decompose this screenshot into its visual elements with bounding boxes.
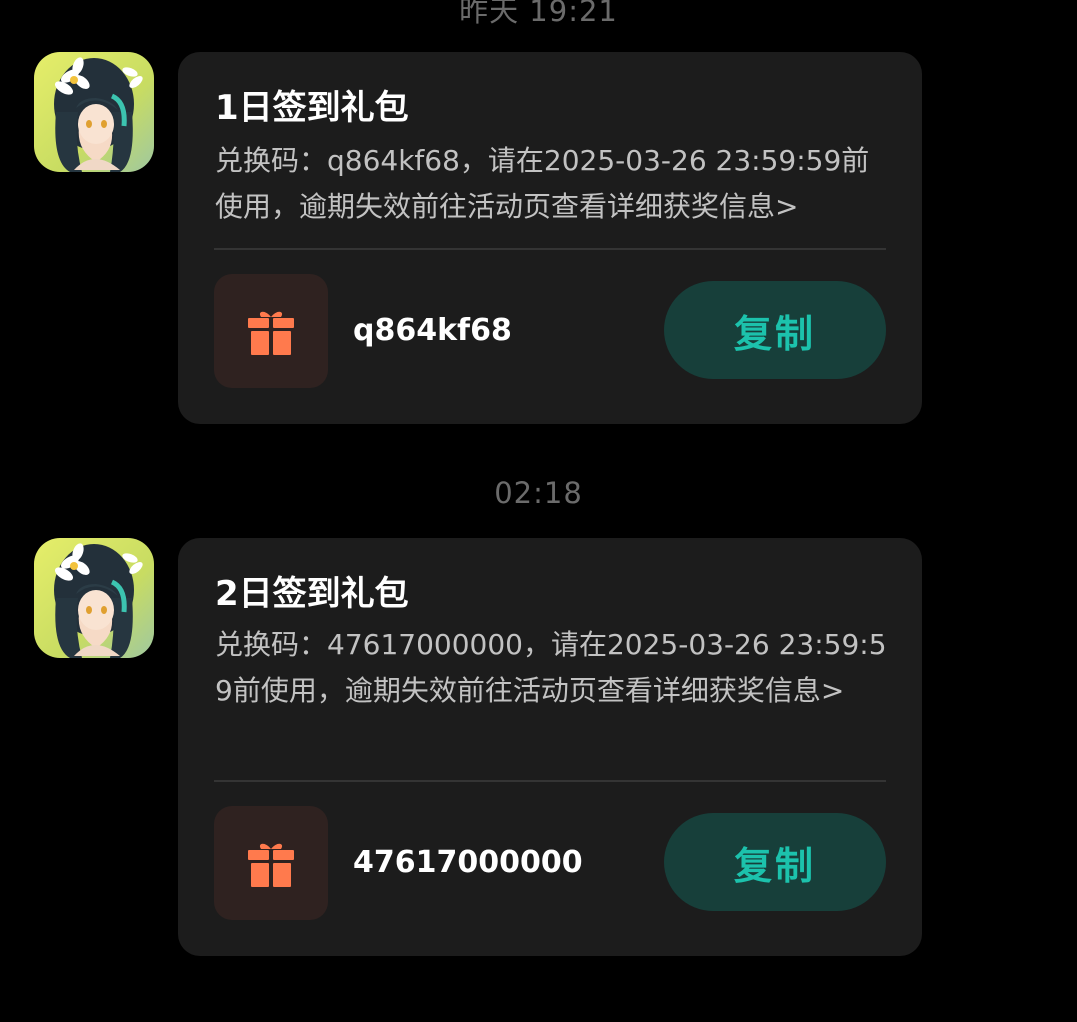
message-card[interactable]: 2日签到礼包 兑换码：47617000000，请在2025-03-26 23:5… [178,538,922,956]
card-title: 2日签到礼包 [215,574,409,614]
divider [214,780,886,782]
game-character-avatar-icon [34,538,154,658]
copy-button-label: 复制 [733,311,816,356]
timestamp: 02:18 [494,476,583,510]
copy-button[interactable]: 复制 [664,281,886,379]
avatar[interactable] [34,538,154,658]
gift-icon-box [214,274,328,388]
divider [214,248,886,250]
game-character-avatar-icon [34,52,154,172]
message-card[interactable]: 1日签到礼包 兑换码：q864kf68，请在2025-03-26 23:59:5… [178,52,922,424]
avatar[interactable] [34,52,154,172]
gift-icon-box [214,806,328,920]
card-title: 1日签到礼包 [215,88,409,128]
redeem-code: 47617000000 [353,845,583,880]
gift-icon [248,843,294,887]
card-description[interactable]: 兑换码：47617000000，请在2025-03-26 23:59:59前使用… [215,622,895,714]
copy-button[interactable]: 复制 [664,813,886,911]
timestamp: 昨天 19:21 [459,0,618,28]
gift-icon [248,311,294,355]
card-description[interactable]: 兑换码：q864kf68，请在2025-03-26 23:59:59前使用，逾期… [215,138,895,230]
redeem-code: q864kf68 [353,313,512,348]
copy-button-label: 复制 [733,843,816,888]
